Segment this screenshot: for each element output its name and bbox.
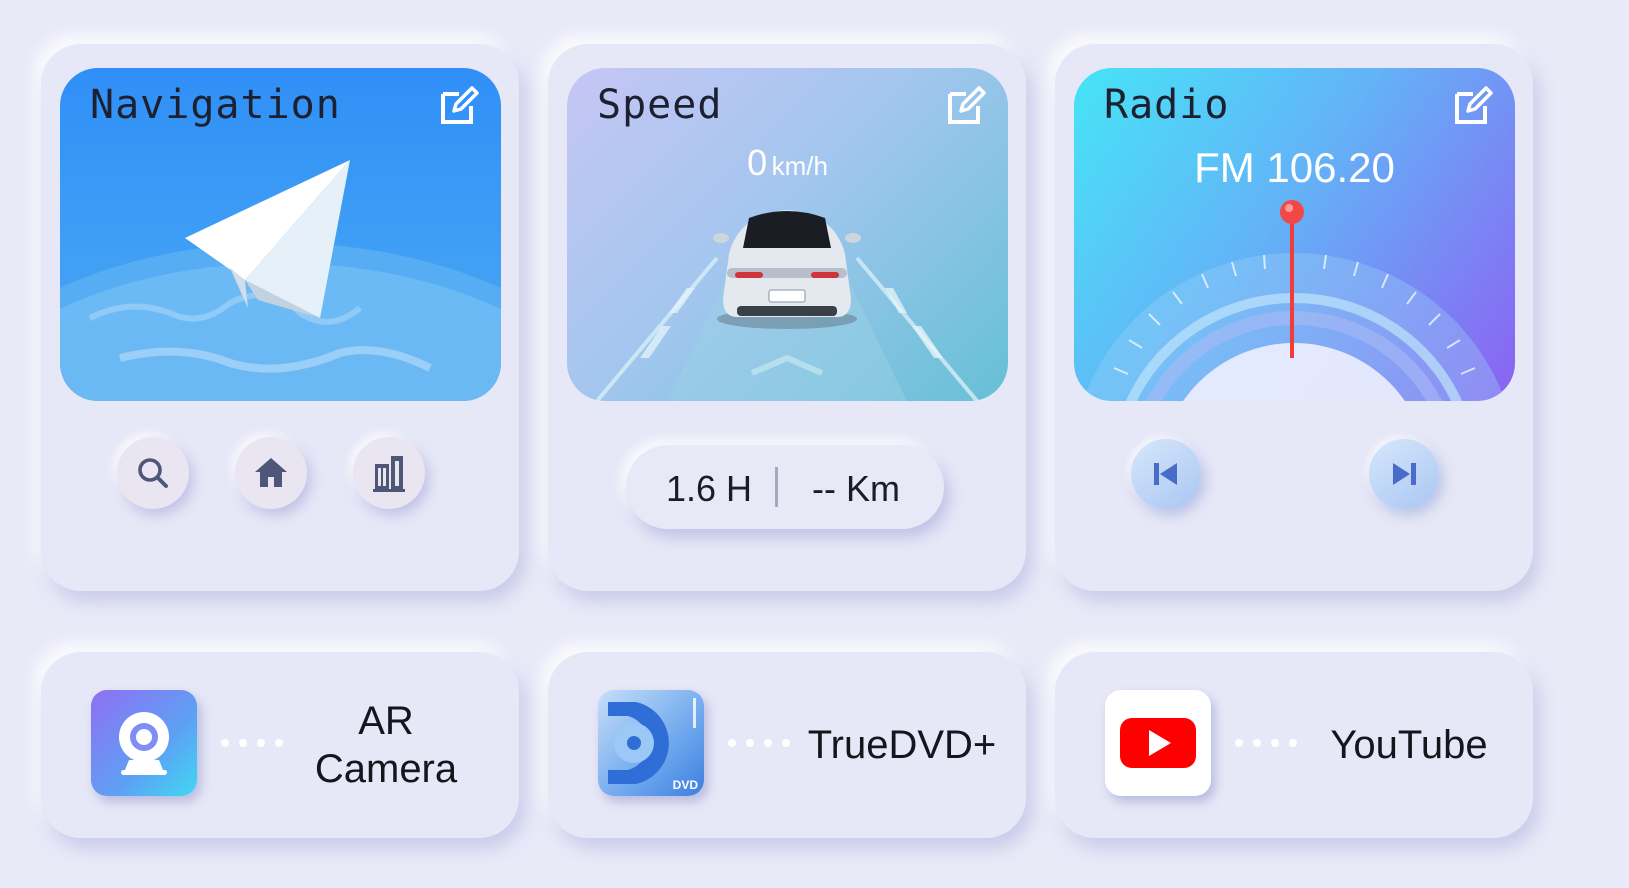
edit-icon[interactable] xyxy=(946,86,986,126)
youtube-app-icon[interactable] xyxy=(1105,690,1211,796)
ar-camera-label-line1: AR xyxy=(358,699,414,743)
camera-icon xyxy=(119,712,169,775)
ar-camera-label: AR Camera xyxy=(291,697,481,793)
speed-title: Speed xyxy=(597,82,723,128)
pill-divider xyxy=(775,467,778,507)
building-icon xyxy=(373,456,405,492)
skip-previous-icon xyxy=(1154,463,1177,485)
skip-next-icon xyxy=(1393,463,1416,485)
speed-panel[interactable]: Speed 0 km/h xyxy=(567,68,1008,401)
app-ar-camera[interactable]: AR Camera xyxy=(41,652,519,838)
truedvd-label: TrueDVD+ xyxy=(807,723,997,767)
radio-widget: Radio FM 106.20 xyxy=(1055,44,1533,591)
edit-icon[interactable] xyxy=(1453,86,1493,126)
connector-dots xyxy=(1235,739,1297,747)
edit-icon[interactable] xyxy=(439,86,479,126)
navigation-widget: Navigation xyxy=(41,44,519,591)
speed-widget: Speed 0 km/h 1.6 H -- Km xyxy=(548,44,1026,591)
truedvd-app-icon[interactable]: DVD xyxy=(598,690,704,796)
home-icon xyxy=(255,458,287,487)
previous-button[interactable] xyxy=(1131,439,1201,509)
app-youtube[interactable]: YouTube xyxy=(1055,652,1533,838)
trip-duration: 1.6 H xyxy=(666,468,753,509)
next-button[interactable] xyxy=(1369,439,1439,509)
ar-camera-label-line2: Camera xyxy=(314,747,458,791)
navigation-panel[interactable]: Navigation xyxy=(60,68,501,401)
trip-info-pill: 1.6 H -- Km xyxy=(626,445,944,529)
youtube-icon xyxy=(1120,718,1196,768)
trip-distance: -- Km xyxy=(812,468,900,509)
ar-camera-app-icon[interactable] xyxy=(91,690,197,796)
connector-dots xyxy=(728,739,790,747)
app-truedvd[interactable]: DVD TrueDVD+ xyxy=(548,652,1026,838)
car-image xyxy=(713,210,861,329)
dvd-badge: DVD xyxy=(672,778,698,792)
speed-value: 0 xyxy=(747,142,768,183)
speed-unit: km/h xyxy=(771,151,828,181)
radio-panel[interactable]: Radio FM 106.20 xyxy=(1074,68,1515,401)
speed-readout: 0 km/h xyxy=(567,142,1008,184)
tuner-needle xyxy=(1280,200,1304,358)
company-button[interactable] xyxy=(353,437,425,509)
search-icon xyxy=(138,458,168,488)
radio-frequency: FM 106.20 xyxy=(1194,144,1395,191)
youtube-label: YouTube xyxy=(1330,723,1488,767)
radio-title: Radio xyxy=(1104,82,1230,128)
connector-dots xyxy=(221,739,283,747)
search-button[interactable] xyxy=(117,437,189,509)
home-button[interactable] xyxy=(235,437,307,509)
navigation-title: Navigation xyxy=(90,82,341,128)
